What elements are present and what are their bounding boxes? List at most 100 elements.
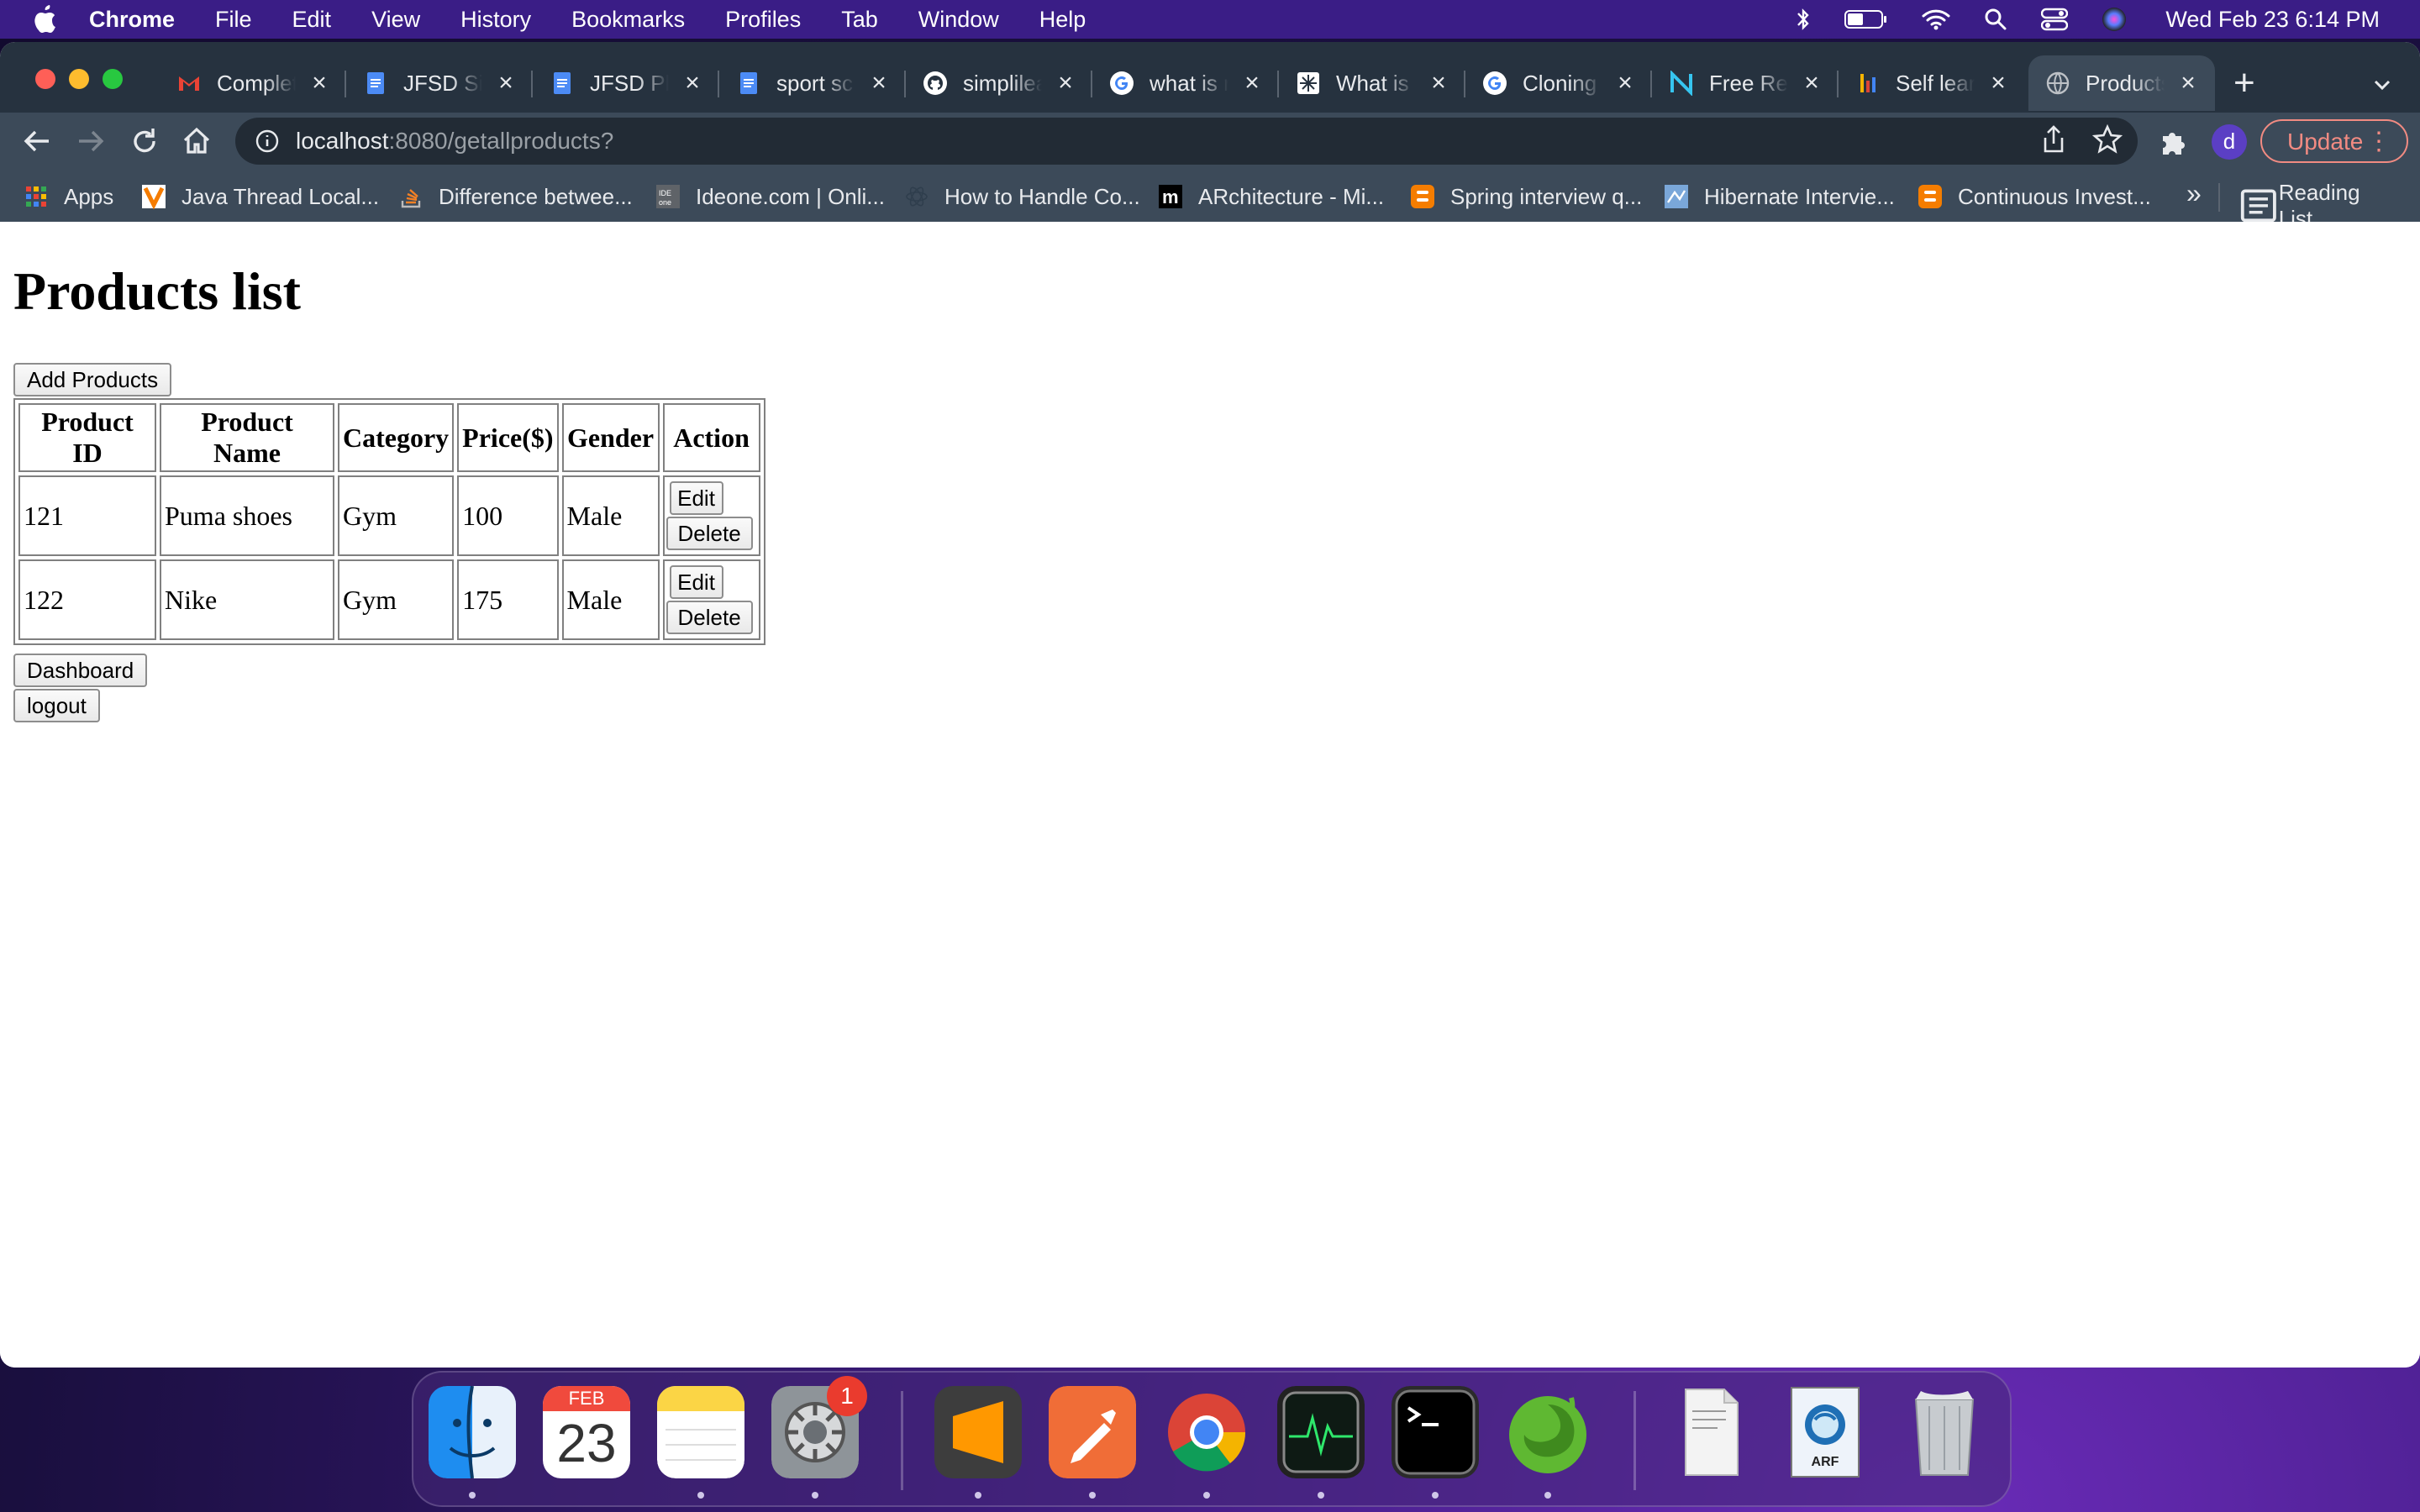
terminal-dock-icon[interactable] <box>1392 1386 1479 1478</box>
tab-close-icon[interactable]: × <box>1425 69 1452 97</box>
tab-what-is[interactable]: What is × <box>1279 55 1465 111</box>
share-icon[interactable] <box>2040 124 2067 155</box>
tab-close-icon[interactable]: × <box>306 69 333 97</box>
menu-tab[interactable]: Tab <box>841 7 878 33</box>
bookmark-apps[interactable]: Apps <box>24 180 113 213</box>
bookmark-java-thread-local[interactable]: Java Thread Local... <box>141 180 379 213</box>
logout-button[interactable]: logout <box>13 689 100 722</box>
tab-cloning[interactable]: Cloning × <box>1465 55 1652 111</box>
bookmark-label: Ideone.com | Onli... <box>696 183 885 209</box>
tab-close-icon[interactable]: × <box>2175 69 2202 97</box>
bookmark-architecture[interactable]: m ARchitecture - Mi... <box>1158 180 1384 213</box>
bookmark-hibernate-interview[interactable]: Hibernate Intervie... <box>1664 180 1895 213</box>
update-button[interactable]: Update ⋮ <box>2260 119 2408 163</box>
back-arrow-icon[interactable] <box>20 124 54 158</box>
bluetooth-icon[interactable] <box>1796 8 1811 31</box>
wifi-icon[interactable] <box>1922 8 1950 30</box>
reload-icon[interactable] <box>128 124 161 158</box>
apple-icon[interactable] <box>30 4 57 34</box>
menu-file[interactable]: File <box>215 7 252 33</box>
tab-products[interactable]: Products × <box>2028 55 2215 111</box>
bookmark-ideone[interactable]: IDE one Ideone.com | Onli... <box>655 180 885 213</box>
gmail-icon <box>179 76 199 91</box>
menu-bookmarks[interactable]: Bookmarks <box>571 7 685 33</box>
reading-list-icon <box>2240 189 2276 223</box>
browser-window: Complet × JFSD Si × JFSD Ph × sport sc ×… <box>0 42 2420 1368</box>
spring-tool-suite-dock-icon[interactable] <box>1504 1386 1591 1478</box>
calendar-dock-icon[interactable]: FEB 23 <box>543 1386 630 1478</box>
running-indicator <box>1089 1492 1096 1499</box>
column-header-gender: Gender <box>561 403 660 472</box>
menu-app-name[interactable]: Chrome <box>89 7 175 33</box>
menu-profiles[interactable]: Profiles <box>725 7 801 33</box>
site-info-icon[interactable] <box>255 129 279 153</box>
sublime-text-dock-icon[interactable] <box>934 1386 1022 1478</box>
add-products-button[interactable]: Add Products <box>13 363 172 396</box>
profile-avatar[interactable]: d <box>2212 124 2247 160</box>
tab-simplilea[interactable]: simplilea × <box>906 55 1092 111</box>
bookmark-spring-interview[interactable]: Spring interview q... <box>1410 180 1642 213</box>
postman-dock-icon[interactable] <box>1049 1386 1136 1478</box>
delete-button[interactable]: Delete <box>666 601 753 634</box>
tab-self-lear[interactable]: Self lear × <box>1839 55 2025 111</box>
bookmark-how-to-handle[interactable]: How to Handle Co... <box>904 180 1140 213</box>
siri-icon[interactable] <box>2102 7 2127 32</box>
bookmark-star-icon[interactable] <box>2092 124 2123 155</box>
menu-help[interactable]: Help <box>1039 7 1086 33</box>
tab-close-icon[interactable]: × <box>1612 69 1639 97</box>
menu-window[interactable]: Window <box>918 7 999 33</box>
more-menu-icon[interactable]: ⋮ <box>2366 121 2391 163</box>
address-bar[interactable]: localhost:8080/getallproducts? <box>235 118 2138 165</box>
tab-sport-sc[interactable]: sport sc × <box>719 55 906 111</box>
menu-bar: Chrome File Edit View History Bookmarks … <box>0 0 2420 39</box>
tab-close-icon[interactable]: × <box>1798 69 1825 97</box>
bookmark-label: ARchitecture - Mi... <box>1198 183 1385 209</box>
control-center-icon[interactable] <box>2041 8 2069 31</box>
document-dock-icon[interactable] <box>1667 1386 1754 1478</box>
delete-button[interactable]: Delete <box>666 517 753 550</box>
menu-view[interactable]: View <box>371 7 420 33</box>
window-close-button[interactable] <box>35 69 55 89</box>
chrome-dock-icon[interactable] <box>1163 1386 1250 1478</box>
forward-arrow-icon[interactable] <box>74 124 108 158</box>
running-indicator <box>1544 1492 1551 1499</box>
window-zoom-button[interactable] <box>103 69 123 89</box>
bookmark-difference-between[interactable]: Difference betwee... <box>398 180 633 213</box>
battery-icon[interactable] <box>1844 8 1888 30</box>
edit-button[interactable]: Edit <box>669 481 723 515</box>
new-tab-icon[interactable]: + <box>2233 62 2255 104</box>
tab-close-icon[interactable]: × <box>1985 69 2012 97</box>
menu-clock[interactable]: Wed Feb 23 6:14 PM <box>2165 7 2380 33</box>
tab-jfsd-ph[interactable]: JFSD Ph × <box>533 55 719 111</box>
tab-close-icon[interactable]: × <box>1052 69 1079 97</box>
menu-edit[interactable]: Edit <box>292 7 332 33</box>
table-row: 122 Nike Gym 175 Male Edit Delete <box>18 559 760 640</box>
bookmarks-overflow-icon[interactable]: » <box>2186 178 2202 209</box>
dashboard-button[interactable]: Dashboard <box>13 654 148 687</box>
tab-free-re[interactable]: Free Re × <box>1652 55 1839 111</box>
menu-history[interactable]: History <box>460 7 531 33</box>
tab-what-is-r[interactable]: what is r × <box>1092 55 1279 111</box>
bookmark-continuous-invest[interactable]: Continuous Invest... <box>1918 180 2151 213</box>
home-icon[interactable] <box>180 124 213 158</box>
window-minimize-button[interactable] <box>69 69 89 89</box>
edit-button[interactable]: Edit <box>669 565 723 599</box>
tab-close-icon[interactable]: × <box>679 69 706 97</box>
tab-jfsd-si[interactable]: JFSD Si × <box>346 55 533 111</box>
tab-close-icon[interactable]: × <box>865 69 892 97</box>
arf-recording-dock-icon[interactable]: ARF <box>1781 1386 1869 1478</box>
extensions-puzzle-icon[interactable] <box>2158 126 2188 156</box>
spotlight-search-icon[interactable] <box>1984 8 2007 31</box>
tab-close-icon[interactable]: × <box>492 69 519 97</box>
notification-badge: 1 <box>827 1376 867 1416</box>
finder-dock-icon[interactable] <box>429 1386 516 1478</box>
notes-dock-icon[interactable] <box>657 1386 744 1478</box>
v-logo-icon <box>142 185 166 209</box>
running-indicator <box>469 1492 476 1499</box>
trash-dock-icon[interactable] <box>1901 1386 1988 1478</box>
tab-close-icon[interactable]: × <box>1239 69 1265 97</box>
activity-monitor-dock-icon[interactable] <box>1277 1386 1365 1478</box>
tab-search-chevron-icon[interactable] <box>2370 72 2395 97</box>
price-cell: 175 <box>457 559 559 640</box>
tab-complet[interactable]: Complet × <box>160 55 346 111</box>
